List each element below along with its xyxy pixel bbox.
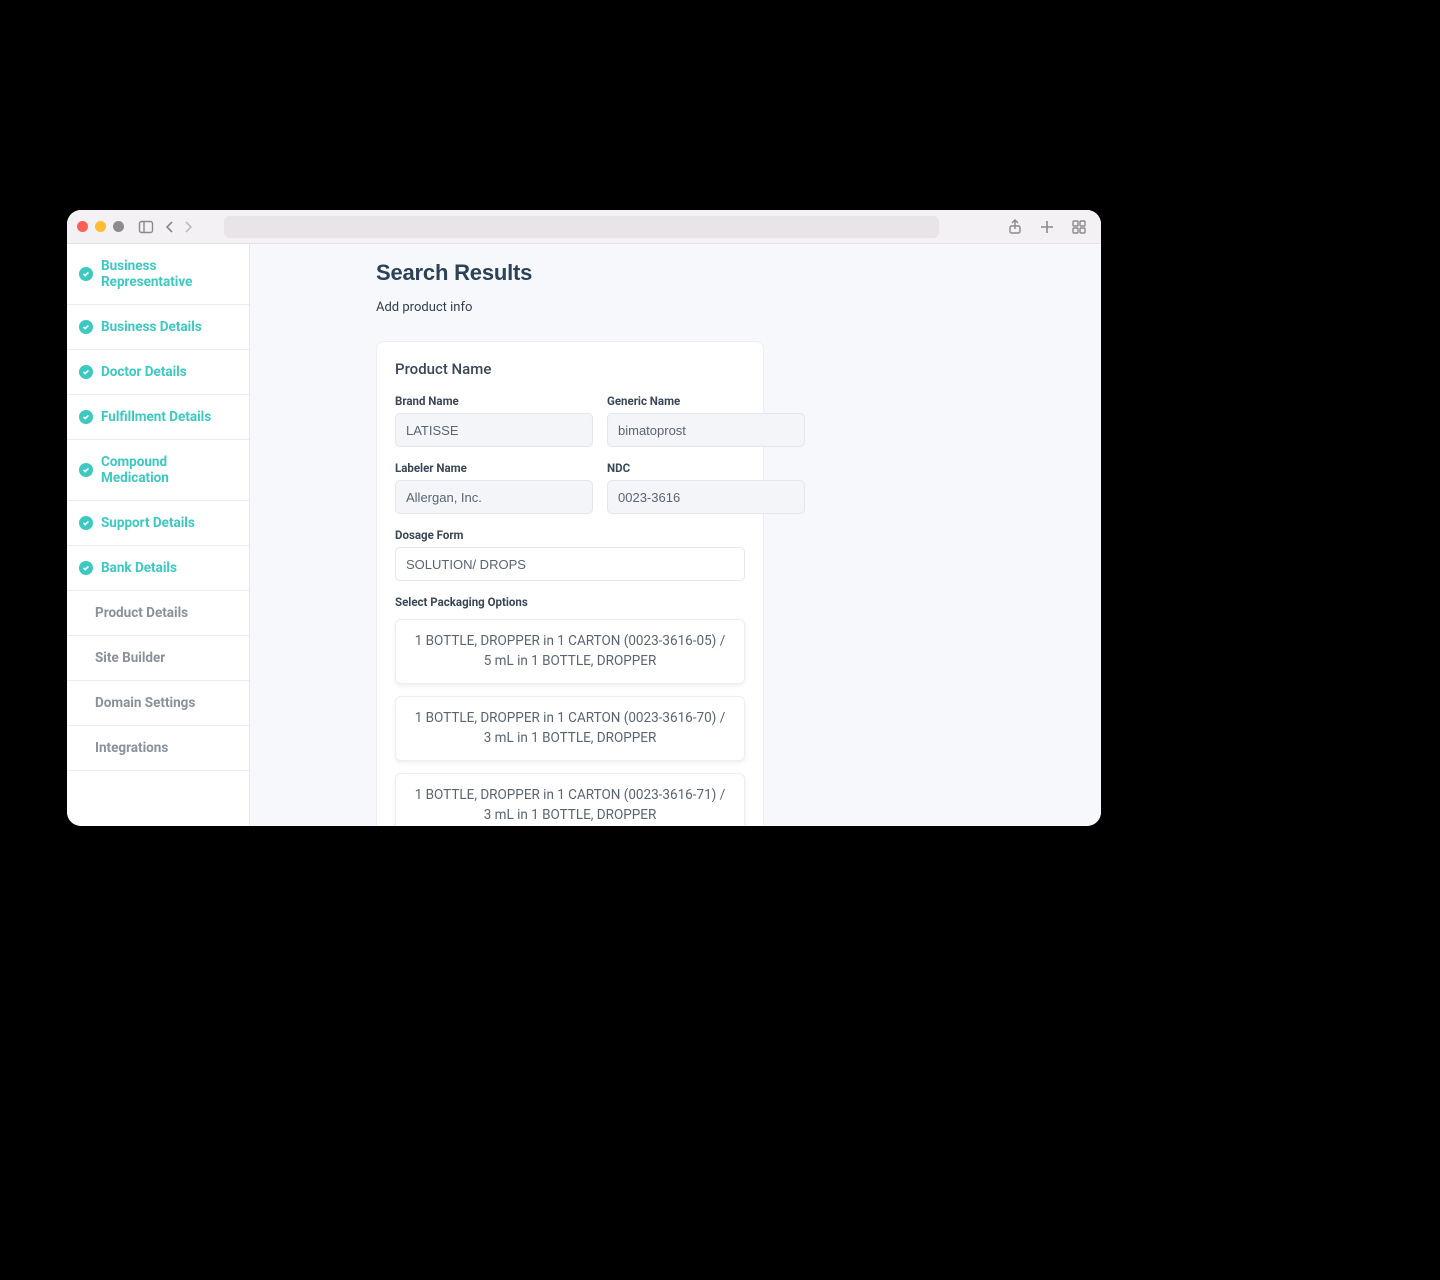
new-tab-icon[interactable] xyxy=(1039,219,1055,235)
sidebar-toggle-icon[interactable] xyxy=(138,219,154,235)
browser-toolbar xyxy=(67,210,1101,244)
packaging-option[interactable]: 1 BOTTLE, DROPPER in 1 CARTON (0023-3616… xyxy=(395,619,745,684)
ndc-input[interactable] xyxy=(607,480,805,514)
labeler-name-label: Labeler Name xyxy=(395,461,593,475)
dosage-form-input[interactable] xyxy=(395,547,745,581)
generic-name-input[interactable] xyxy=(607,413,805,447)
address-bar[interactable] xyxy=(224,216,939,238)
back-button[interactable] xyxy=(162,219,178,235)
nav-arrows xyxy=(162,219,196,235)
check-icon xyxy=(79,463,93,477)
packaging-option[interactable]: 1 BOTTLE, DROPPER in 1 CARTON (0023-3616… xyxy=(395,773,745,826)
sidebar-item-label: Bank Details xyxy=(101,560,177,576)
page-title: Search Results xyxy=(376,260,1061,286)
sidebar-item-label: Product Details xyxy=(95,605,188,621)
ndc-label: NDC xyxy=(607,461,805,475)
sidebar-item-integrations[interactable]: Integrations xyxy=(67,726,249,771)
close-window-button[interactable] xyxy=(77,221,88,232)
sidebar-item-label: Support Details xyxy=(101,515,195,531)
check-icon xyxy=(79,410,93,424)
sidebar-item-compound-medication[interactable]: Compound Medication xyxy=(67,440,249,501)
tabs-overview-icon[interactable] xyxy=(1071,219,1087,235)
minimize-window-button[interactable] xyxy=(95,221,106,232)
toolbar-right xyxy=(1007,219,1087,235)
sidebar-item-site-builder[interactable]: Site Builder xyxy=(67,636,249,681)
sidebar-item-label: Business Representative xyxy=(101,258,237,290)
sidebar-item-doctor-details[interactable]: Doctor Details xyxy=(67,350,249,395)
brand-name-label: Brand Name xyxy=(395,394,593,408)
sidebar-item-domain-settings[interactable]: Domain Settings xyxy=(67,681,249,726)
labeler-name-input[interactable] xyxy=(395,480,593,514)
sidebar-item-business-details[interactable]: Business Details xyxy=(67,305,249,350)
sidebar-item-label: Doctor Details xyxy=(101,364,187,380)
check-icon xyxy=(79,561,93,575)
share-icon[interactable] xyxy=(1007,219,1023,235)
sidebar-item-label: Business Details xyxy=(101,319,202,335)
sidebar-item-label: Integrations xyxy=(95,740,168,756)
generic-name-field-group: Generic Name xyxy=(607,394,805,447)
check-icon xyxy=(79,516,93,530)
app-body: Business Representative Business Details… xyxy=(67,244,1101,826)
forward-button[interactable] xyxy=(180,219,196,235)
sidebar-item-label: Domain Settings xyxy=(95,695,195,711)
packaging-option[interactable]: 1 BOTTLE, DROPPER in 1 CARTON (0023-3616… xyxy=(395,696,745,761)
card-title: Product Name xyxy=(395,360,745,378)
generic-name-label: Generic Name xyxy=(607,394,805,408)
maximize-window-button[interactable] xyxy=(113,221,124,232)
sidebar-item-support-details[interactable]: Support Details xyxy=(67,501,249,546)
sidebar-item-bank-details[interactable]: Bank Details xyxy=(67,546,249,591)
sidebar-item-business-representative[interactable]: Business Representative xyxy=(67,244,249,305)
packaging-section-label: Select Packaging Options xyxy=(395,595,745,609)
window-controls xyxy=(77,221,124,232)
check-icon xyxy=(79,267,93,281)
check-icon xyxy=(79,365,93,379)
sidebar-item-fulfillment-details[interactable]: Fulfillment Details xyxy=(67,395,249,440)
brand-name-field-group: Brand Name xyxy=(395,394,593,447)
labeler-name-field-group: Labeler Name xyxy=(395,461,593,514)
sidebar: Business Representative Business Details… xyxy=(67,244,250,826)
dosage-form-field-group: Dosage Form xyxy=(395,528,745,581)
sidebar-item-label: Fulfillment Details xyxy=(101,409,211,425)
check-icon xyxy=(79,320,93,334)
sidebar-item-product-details[interactable]: Product Details xyxy=(67,591,249,636)
sidebar-item-label: Compound Medication xyxy=(101,454,237,486)
browser-window: Business Representative Business Details… xyxy=(67,210,1101,826)
page-subtitle: Add product info xyxy=(376,300,1061,315)
main-content: Search Results Add product info Product … xyxy=(250,244,1101,826)
ndc-field-group: NDC xyxy=(607,461,805,514)
dosage-form-label: Dosage Form xyxy=(395,528,745,542)
brand-name-input[interactable] xyxy=(395,413,593,447)
sidebar-item-label: Site Builder xyxy=(95,650,165,666)
product-card: Product Name Brand Name Generic Name Lab… xyxy=(376,341,764,826)
